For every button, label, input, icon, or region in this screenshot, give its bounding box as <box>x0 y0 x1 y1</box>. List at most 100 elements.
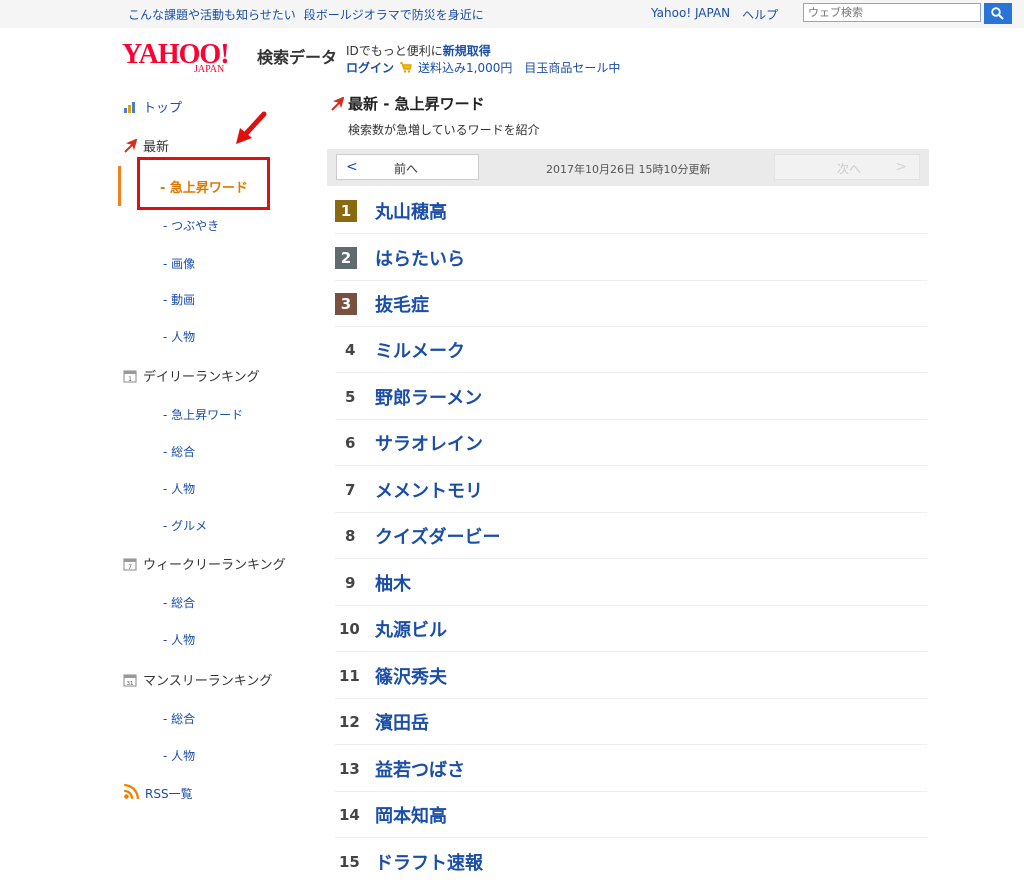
rank-word[interactable]: 濱田岳 <box>375 709 429 735</box>
ranking-row[interactable]: 3 抜毛症 <box>335 280 927 327</box>
sidebar-item-rss[interactable]: RSS一覧 <box>123 784 193 802</box>
sidebar-item-images[interactable]: - 画像 <box>163 255 195 272</box>
yahoo-logo[interactable]: YAHOO! JAPAN <box>122 40 252 76</box>
ranking-row[interactable]: 1 丸山穂高 <box>335 187 927 234</box>
rank-word[interactable]: 益若つばさ <box>375 756 465 782</box>
rank-word[interactable]: ドラフト速報 <box>375 849 483 875</box>
sidebar-item-monthly-people[interactable]: - 人物 <box>163 747 195 764</box>
house-chart-icon <box>124 102 135 113</box>
rank-number: 11 <box>339 667 360 685</box>
pager: < 前へ 2017年10月26日 15時10分更新 次へ > <box>327 149 929 186</box>
sidebar-item-top[interactable]: トップ <box>123 97 182 116</box>
ranking-row[interactable]: 9 柚木 <box>335 559 927 606</box>
sidebar-item-latest[interactable]: 最新 <box>123 136 169 155</box>
ranking-row[interactable]: 5 野郎ラーメン <box>335 373 927 420</box>
sidebar-item-daily-people[interactable]: - 人物 <box>163 480 195 497</box>
rank-badge: 1 <box>335 200 357 222</box>
page-title: 最新 - 急上昇ワード <box>330 93 485 114</box>
rank-number: 14 <box>339 806 360 824</box>
ranking-row[interactable]: 7 メメントモリ <box>335 466 927 513</box>
search-icon <box>991 7 1004 20</box>
ranking-row[interactable]: 15 ドラフト速報 <box>335 838 927 885</box>
page-title-text: 最新 - 急上昇ワード <box>348 95 485 113</box>
ranking-row[interactable]: 6 サラオレイン <box>335 419 927 466</box>
prev-button[interactable]: < 前へ <box>336 154 479 180</box>
calendar-7-icon: 7 <box>123 558 137 571</box>
trend-up-arrow-icon <box>331 96 344 111</box>
sidebar-item-daily-overall[interactable]: - 総合 <box>163 443 195 460</box>
rank-number: 15 <box>339 853 360 871</box>
sidebar-item-tweets[interactable]: - つぶやき <box>163 217 219 234</box>
sidebar-item-weekly[interactable]: 7 ウィークリーランキング <box>123 554 286 573</box>
rank-word[interactable]: 丸山穂高 <box>375 198 447 224</box>
ranking-row[interactable]: 4 ミルメーク <box>335 326 927 373</box>
chevron-left-icon: < <box>346 159 358 175</box>
rank-number: 9 <box>345 574 356 592</box>
promo-prefix: IDでもっと便利に <box>346 44 443 58</box>
ranking-row[interactable]: 14 岡本知高 <box>335 791 927 838</box>
search-button[interactable] <box>984 3 1012 24</box>
sidebar-item-daily-gourmet[interactable]: - グルメ <box>163 517 207 534</box>
search-input[interactable] <box>803 3 981 22</box>
highlight-box <box>137 157 270 210</box>
top-news-link-1[interactable]: こんな課題や活動も知らせたい <box>128 6 296 23</box>
rank-word[interactable]: 抜毛症 <box>375 291 429 317</box>
ranking-row[interactable]: 12 濱田岳 <box>335 698 927 745</box>
calendar-1-icon: 1 <box>123 370 137 383</box>
ranking-row[interactable]: 10 丸源ビル <box>335 605 927 652</box>
top-news-link-2[interactable]: 段ボールジオラマで防災を身近に <box>304 6 484 23</box>
sidebar-latest-label: 最新 <box>143 140 170 155</box>
rank-number: 7 <box>345 481 356 499</box>
sidebar-top-label: トップ <box>143 101 183 116</box>
rank-word[interactable]: メメントモリ <box>375 477 483 503</box>
sidebar-item-monthly-overall[interactable]: - 総合 <box>163 710 195 727</box>
sidebar-item-weekly-people[interactable]: - 人物 <box>163 631 195 648</box>
rank-badge: 2 <box>335 247 357 269</box>
rank-word[interactable]: 岡本知高 <box>375 802 447 828</box>
svg-text:7: 7 <box>128 564 132 571</box>
sidebar-item-daily-rising[interactable]: - 急上昇ワード <box>163 406 243 423</box>
promo-line-1: IDでもっと便利に新規取得 <box>346 42 491 59</box>
rank-word[interactable]: はらたいら <box>375 245 465 271</box>
sidebar-daily-label: デイリーランキング <box>143 370 260 385</box>
cart-icon <box>400 62 412 73</box>
top-bar: こんな課題や活動も知らせたい 段ボールジオラマで防災を身近に Yahoo! JA… <box>0 0 1024 28</box>
site-name: 検索データ <box>257 48 338 67</box>
updated-timestamp: 2017年10月26日 15時10分更新 <box>546 163 711 176</box>
sidebar-item-monthly[interactable]: 31 マンスリーランキング <box>123 670 272 689</box>
sidebar-item-daily[interactable]: 1 デイリーランキング <box>123 366 260 385</box>
ranking-row[interactable]: 13 益若つばさ <box>335 745 927 792</box>
ranking-row[interactable]: 11 篠沢秀夫 <box>335 652 927 699</box>
rank-word[interactable]: 篠沢秀夫 <box>375 663 447 689</box>
red-pointer-arrow-icon <box>236 111 267 144</box>
register-link[interactable]: 新規取得 <box>443 44 491 58</box>
help-link[interactable]: ヘルプ <box>742 6 778 23</box>
next-button[interactable]: 次へ > <box>774 154 920 180</box>
rank-word[interactable]: 柚木 <box>375 570 411 596</box>
rank-word[interactable]: ミルメーク <box>375 337 465 363</box>
yahoo-japan-link[interactable]: Yahoo! JAPAN <box>651 6 730 23</box>
top-links: Yahoo! JAPAN ヘルプ <box>651 6 778 23</box>
ranking-row[interactable]: 2 はらたいら <box>335 234 927 281</box>
rank-word[interactable]: 野郎ラーメン <box>375 384 482 410</box>
rank-word[interactable]: 丸源ビル <box>375 616 447 642</box>
calendar-31-icon: 31 <box>123 674 137 687</box>
sidebar-item-videos[interactable]: - 動画 <box>163 291 195 308</box>
prev-label: 前へ <box>394 162 419 176</box>
svg-text:1: 1 <box>128 376 132 383</box>
search-box <box>803 3 1014 24</box>
login-link[interactable]: ログイン <box>346 59 394 76</box>
shipping-link[interactable]: 送料込み1,000円 <box>418 59 512 76</box>
svg-text:31: 31 <box>127 681 134 687</box>
rank-word[interactable]: クイズダービー <box>375 523 500 549</box>
top-news: こんな課題や活動も知らせたい 段ボールジオラマで防災を身近に <box>128 6 484 23</box>
rank-word[interactable]: サラオレイン <box>375 430 483 456</box>
sidebar-item-people[interactable]: - 人物 <box>163 328 195 345</box>
ranking-row[interactable]: 8 クイズダービー <box>335 512 927 559</box>
sale-link[interactable]: 目玉商品セール中 <box>524 59 620 76</box>
chevron-right-icon: > <box>895 159 907 175</box>
rank-number: 12 <box>339 713 360 731</box>
sidebar-item-weekly-overall[interactable]: - 総合 <box>163 594 195 611</box>
next-label: 次へ <box>837 162 862 176</box>
rank-number: 10 <box>339 620 360 638</box>
